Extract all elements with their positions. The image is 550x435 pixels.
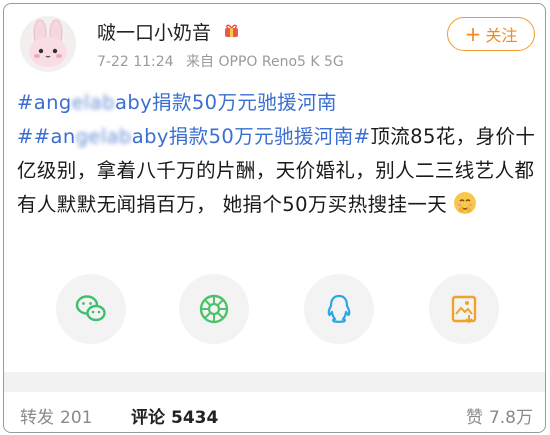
share-row [4,274,545,354]
comment-label: 评论 [131,408,165,428]
blurred-text: elab [71,91,115,114]
avatar[interactable] [20,16,76,72]
repost-button[interactable]: 转发 201 [20,403,92,428]
post-card: 啵一口小奶音 7-22 11:24 来自 OPPO Reno5 K 5G + 关… [3,3,546,433]
plus-icon: + [464,22,482,46]
comment-count: 5434 [171,408,219,428]
hashtag-link-1[interactable]: #angelababy捐款50万元驰援河南 [17,91,337,114]
repost-label: 转发 [20,408,54,428]
save-image-button[interactable] [429,274,499,344]
shy-face-emoji-icon [453,191,477,215]
follow-label: 关注 [485,26,518,45]
repost-count: 201 [60,408,93,428]
moments-icon [199,294,229,324]
rabbit-avatar-icon [20,16,76,72]
wechat-icon [75,295,106,322]
save-image-icon [451,295,477,324]
post-text: #angelababy捐款50万元驰援河南 ##angelababy捐款50万元… [17,86,537,222]
username-text[interactable]: 啵一口小奶音 [97,22,211,44]
comment-button[interactable]: 评论 5434 [131,403,218,428]
username[interactable]: 啵一口小奶音 [97,18,242,45]
qq-icon [327,294,351,323]
share-wechat-button[interactable] [56,274,126,344]
follow-button[interactable]: + 关注 [447,17,535,51]
post-source: 来自 OPPO Reno5 K 5G [186,54,344,70]
share-moments-button[interactable] [179,274,249,344]
like-label: 赞 [465,408,483,428]
action-bar: 转发 201 评论 5434 赞 7.8万 [4,392,545,432]
post-meta: 7-22 11:24 来自 OPPO Reno5 K 5G [97,51,352,71]
hashtag-link-2[interactable]: ##angelababy捐款50万元驰援河南# [17,125,370,148]
like-button[interactable]: 赞 7.8万 [466,403,533,428]
post-time: 7-22 11:24 [97,54,174,70]
like-count: 7.8万 [488,408,533,428]
divider-bar [4,372,545,392]
share-qq-button[interactable] [304,274,374,344]
blurred-text: gelab [75,125,132,148]
member-badge-icon [222,22,242,45]
